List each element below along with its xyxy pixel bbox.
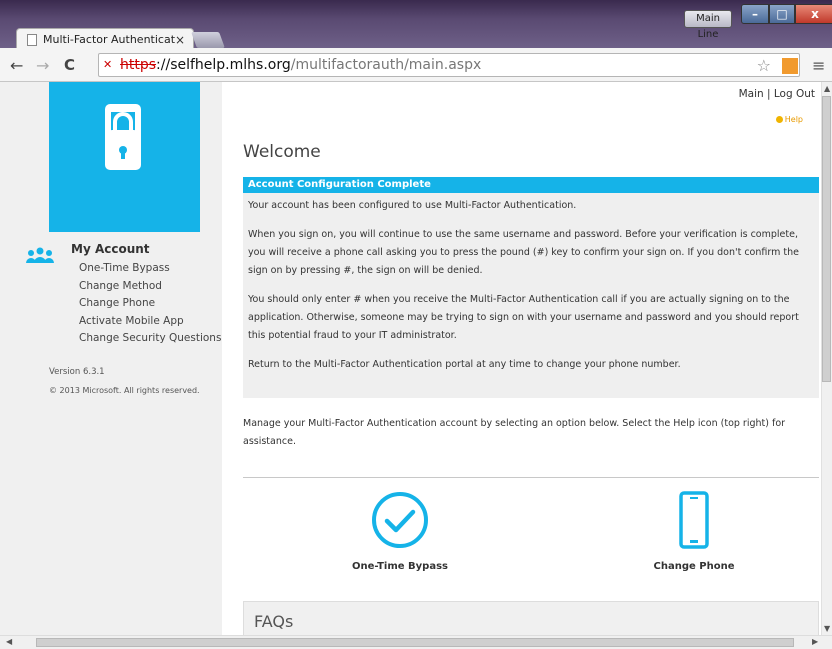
- copyright-text: © 2013 Microsoft. All rights reserved.: [49, 386, 200, 395]
- change-phone-button[interactable]: Change Phone: [619, 490, 769, 572]
- manage-text: Manage your Multi-Factor Authentication …: [243, 418, 786, 447]
- checkmark-circle-icon: [372, 492, 428, 548]
- my-account-title: My Account: [71, 242, 150, 256]
- divider: [243, 477, 819, 478]
- browser-toolbar: ← → C ✕ https ://selfhelp.mlhs.org /mult…: [0, 48, 832, 82]
- version-text: Version 6.3.1: [49, 367, 105, 377]
- browser-tab[interactable]: Multi-Factor Authenticatio ×: [16, 28, 194, 50]
- panel-title: Account Configuration Complete: [243, 177, 819, 193]
- scroll-up-icon[interactable]: ▲: [824, 84, 830, 93]
- menu-icon[interactable]: ≡: [812, 56, 825, 75]
- url-host: ://selfhelp.mlhs.org: [156, 57, 291, 73]
- sidebar: My Account One-Time Bypass Change Method…: [0, 82, 222, 635]
- horizontal-scroll-thumb[interactable]: [36, 638, 794, 647]
- tab-close-icon[interactable]: ×: [175, 33, 185, 47]
- page-viewport: My Account One-Time Bypass Change Method…: [0, 82, 821, 635]
- account-links: One-Time Bypass Change Method Change Pho…: [79, 260, 221, 348]
- link-one-time-bypass[interactable]: One-Time Bypass: [79, 260, 221, 278]
- link-activate-mobile-app[interactable]: Activate Mobile App: [79, 313, 221, 331]
- profile-button[interactable]: Main Line: [684, 10, 732, 40]
- url-path: /multifactorauth/main.aspx: [290, 57, 482, 73]
- panel-body: Your account has been configured to use …: [243, 193, 819, 374]
- panel-paragraph: Return to the Multi-Factor Authenticatio…: [248, 359, 681, 370]
- users-icon: [26, 247, 54, 263]
- one-time-bypass-label: One-Time Bypass: [352, 561, 448, 572]
- extension-icon[interactable]: [782, 58, 798, 74]
- page-title: Welcome: [243, 142, 321, 162]
- new-tab-button[interactable]: [191, 32, 225, 48]
- link-change-security-questions[interactable]: Change Security Questions: [79, 330, 221, 348]
- tab-title: Multi-Factor Authenticatio: [43, 33, 175, 46]
- config-panel: Account Configuration Complete Your acco…: [243, 177, 819, 398]
- maximize-button[interactable]: □: [769, 4, 795, 24]
- vertical-scroll-thumb[interactable]: [822, 96, 831, 382]
- link-change-phone[interactable]: Change Phone: [79, 295, 221, 313]
- panel-paragraph: When you sign on, you will continue to u…: [248, 229, 799, 276]
- mobile-phone-icon: [679, 491, 709, 549]
- window-controls: – □ x: [741, 4, 832, 26]
- back-button[interactable]: ←: [10, 56, 23, 75]
- one-time-bypass-button[interactable]: One-Time Bypass: [325, 490, 475, 572]
- scroll-down-icon[interactable]: ▼: [824, 624, 830, 633]
- reload-button[interactable]: C: [64, 56, 75, 74]
- help-link[interactable]: Help: [775, 115, 803, 124]
- top-nav-links[interactable]: Main | Log Out: [739, 88, 815, 100]
- minimize-button[interactable]: –: [741, 4, 769, 24]
- star-icon[interactable]: ☆: [757, 56, 771, 75]
- help-label: Help: [784, 115, 803, 124]
- phone-lock-icon: [105, 104, 141, 170]
- document-icon: [27, 33, 37, 46]
- hero-banner: [49, 82, 200, 232]
- link-change-method[interactable]: Change Method: [79, 278, 221, 296]
- panel-paragraph: Your account has been configured to use …: [248, 200, 577, 211]
- panel-paragraph: You should only enter # when you receive…: [248, 294, 799, 341]
- url-scheme: https: [120, 57, 157, 73]
- scroll-left-icon[interactable]: ◀: [6, 637, 12, 646]
- forward-button[interactable]: →: [36, 56, 49, 75]
- lock-warning-icon: ✕: [103, 58, 113, 71]
- address-bar[interactable]: ✕ https ://selfhelp.mlhs.org /multifacto…: [98, 53, 800, 77]
- change-phone-label: Change Phone: [653, 561, 735, 572]
- help-icon: [775, 116, 783, 123]
- close-window-button[interactable]: x: [795, 4, 832, 24]
- faqs-section[interactable]: FAQs: [243, 601, 819, 635]
- scroll-right-icon[interactable]: ▶: [812, 637, 818, 646]
